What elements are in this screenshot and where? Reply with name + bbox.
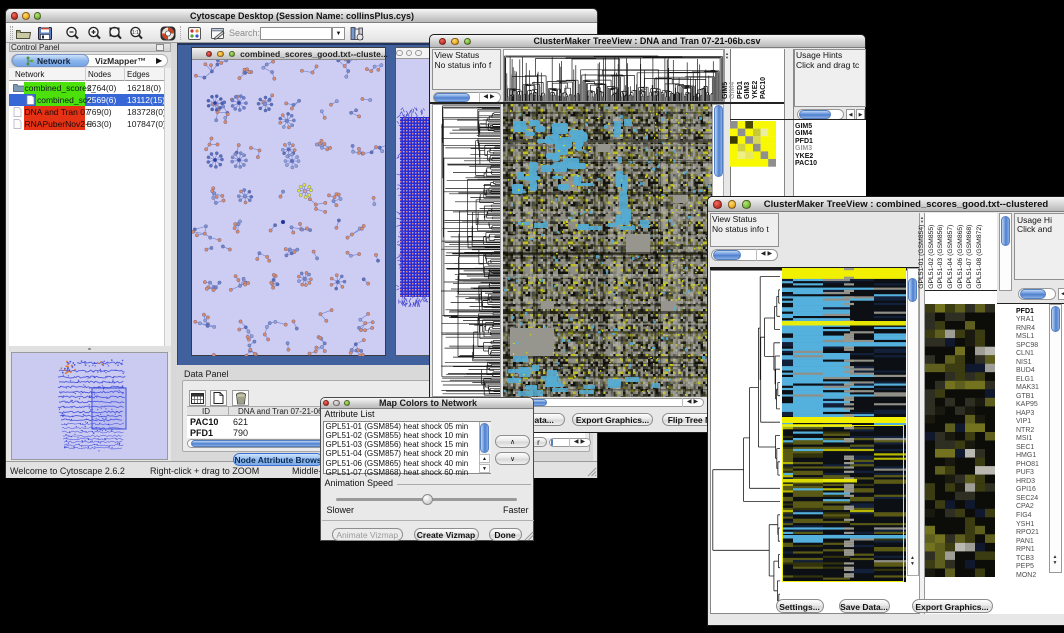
svg-text:1:1: 1:1 <box>132 30 139 36</box>
